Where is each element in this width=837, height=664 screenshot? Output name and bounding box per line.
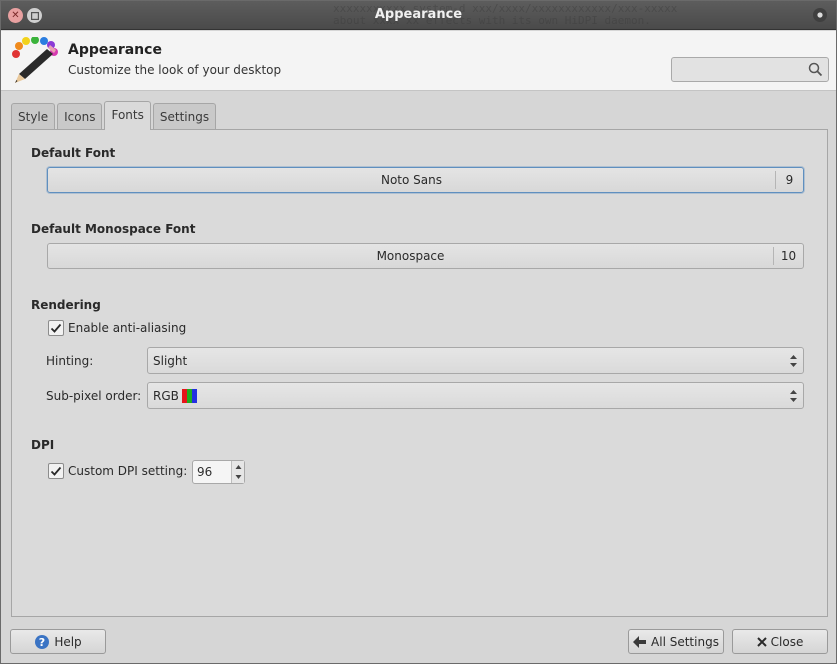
tab-bar: Style Icons Fonts Settings [11, 101, 218, 130]
custom-dpi-label: Custom DPI setting: [68, 464, 188, 478]
monospace-font-name: Monospace [376, 249, 445, 263]
checkmark-icon [50, 466, 62, 476]
appearance-window: xxxxxxxxxxx system-d xxx/xxxx/xxxxxxxxxx… [0, 0, 837, 664]
rendering-heading: Rendering [31, 298, 101, 312]
spin-down-icon[interactable] [235, 475, 242, 479]
antialiasing-row[interactable]: Enable anti-aliasing [48, 320, 186, 336]
search-box[interactable] [671, 57, 829, 82]
all-settings-label: All Settings [651, 634, 719, 649]
checkmark-icon [50, 323, 62, 333]
appearance-palette-icon [9, 36, 59, 85]
hinting-value: Slight [153, 353, 188, 368]
search-input[interactable] [674, 59, 804, 80]
svg-text:?: ? [39, 636, 45, 649]
close-label: Close [770, 634, 804, 649]
all-settings-button[interactable]: All Settings [628, 629, 724, 654]
tab-settings[interactable]: Settings [152, 103, 217, 130]
default-font-name: Noto Sans [380, 173, 442, 187]
help-label: Help [54, 634, 82, 649]
dpi-heading: DPI [31, 438, 55, 452]
subpixel-combo[interactable]: RGB [147, 382, 804, 409]
dpi-value[interactable]: 96 [193, 465, 231, 479]
antialiasing-label: Enable anti-aliasing [68, 321, 187, 335]
fonts-panel: Default Font Noto Sans 9 Default Monospa… [11, 129, 828, 617]
subpixel-value: RGB [153, 388, 179, 403]
dpi-stepper[interactable] [231, 461, 244, 483]
spin-up-icon[interactable] [235, 465, 242, 469]
help-button[interactable]: ? Help [10, 629, 106, 654]
combo-arrows-icon [790, 355, 797, 367]
window-title: Appearance [374, 7, 463, 22]
monospace-font-heading: Default Monospace Font [31, 222, 196, 236]
tab-icons[interactable]: Icons [57, 103, 103, 130]
default-font-heading: Default Font [31, 146, 116, 160]
window-menu-icon[interactable] [813, 8, 827, 22]
header-subtitle: Customize the look of your desktop [68, 63, 282, 77]
default-font-size: 9 [775, 171, 803, 189]
rgb-subpixel-icon [181, 388, 197, 403]
back-arrow-icon [633, 635, 647, 648]
custom-dpi-row[interactable]: Custom DPI setting: [48, 463, 187, 479]
antialiasing-checkbox[interactable] [48, 320, 64, 336]
default-font-button[interactable]: Noto Sans 9 [47, 167, 804, 193]
custom-dpi-checkbox[interactable] [48, 463, 64, 479]
search-icon[interactable] [808, 62, 823, 77]
hinting-combo[interactable]: Slight [147, 347, 804, 374]
hinting-label: Hinting: [46, 354, 94, 368]
subpixel-label: Sub-pixel order: [46, 389, 142, 403]
tab-fonts[interactable]: Fonts [104, 101, 151, 130]
monospace-font-button[interactable]: Monospace 10 [47, 243, 804, 269]
close-icon [756, 636, 767, 647]
close-button[interactable]: Close [732, 629, 828, 654]
dialog-header: Appearance Customize the look of your de… [1, 31, 836, 91]
header-title: Appearance [68, 42, 162, 58]
tab-style[interactable]: Style [11, 103, 56, 130]
dpi-spinbutton[interactable]: 96 [192, 460, 245, 484]
combo-arrows-icon [790, 390, 797, 402]
monospace-font-size: 10 [773, 247, 803, 265]
help-icon: ? [34, 634, 50, 650]
title-bar[interactable]: xxxxxxxxxxx system-d xxx/xxxx/xxxxxxxxxx… [1, 1, 836, 30]
